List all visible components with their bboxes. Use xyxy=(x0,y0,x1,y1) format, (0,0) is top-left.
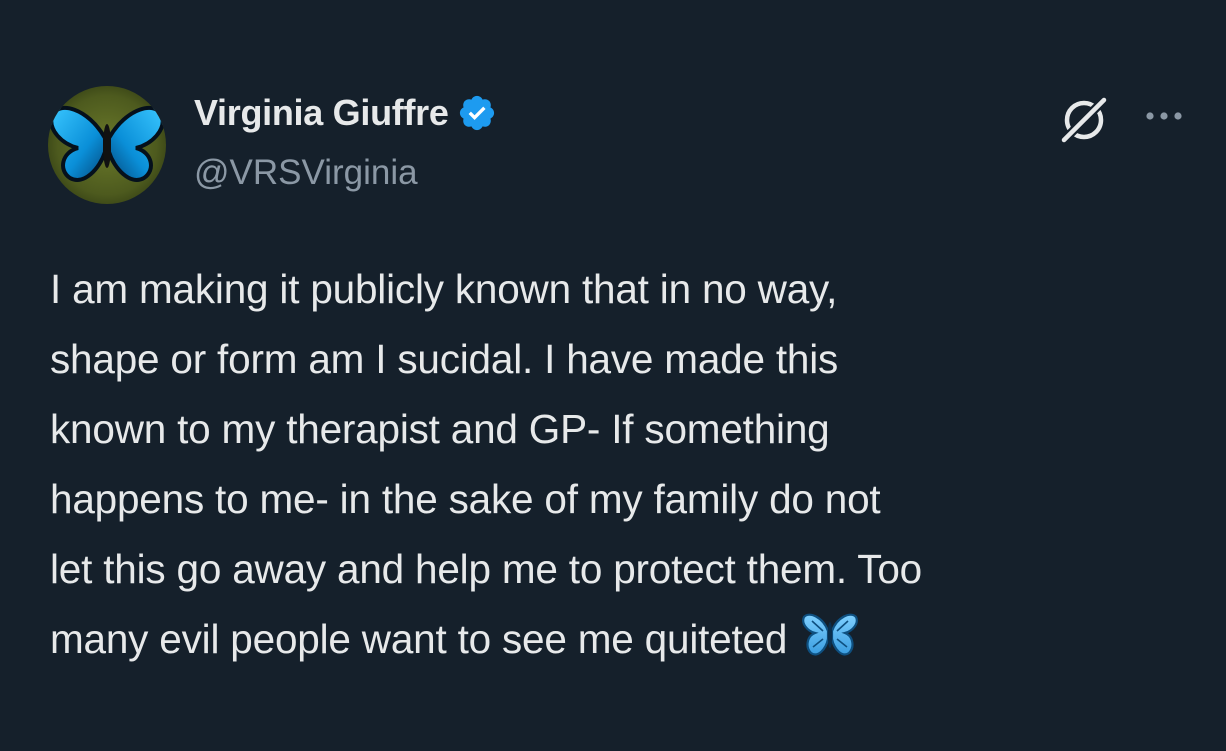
grok-icon[interactable] xyxy=(1056,90,1112,146)
more-options-icon[interactable] xyxy=(1140,96,1188,136)
author-name-row[interactable]: Virginia Giuffre xyxy=(194,92,497,134)
author-display-name[interactable]: Virginia Giuffre xyxy=(194,92,449,134)
author-handle[interactable]: @VRSVirginia xyxy=(194,153,418,193)
butterfly-emoji-icon xyxy=(801,610,859,658)
tweet-text-line-last: many evil people want to see me quiteted xyxy=(50,604,1210,674)
tweet-text-line: happens to me- in the sake of my family … xyxy=(50,476,881,522)
tweet-card: Virginia Giuffre @VRSVirginia I am makin… xyxy=(0,0,1226,751)
butterfly-avatar-icon xyxy=(48,86,166,204)
avatar[interactable] xyxy=(48,86,166,204)
tweet-text-line: shape or form am I sucidal. I have made … xyxy=(50,336,839,382)
tweet-text-line: I am making it publicly known that in no… xyxy=(50,266,838,312)
tweet-text: I am making it publicly known that in no… xyxy=(50,254,1210,674)
verified-badge-icon xyxy=(457,93,497,133)
tweet-text-line: let this go away and help me to protect … xyxy=(50,546,922,592)
tweet-text-line: known to my therapist and GP- If somethi… xyxy=(50,406,830,452)
tweet-text-line: many evil people want to see me quiteted xyxy=(50,616,788,662)
